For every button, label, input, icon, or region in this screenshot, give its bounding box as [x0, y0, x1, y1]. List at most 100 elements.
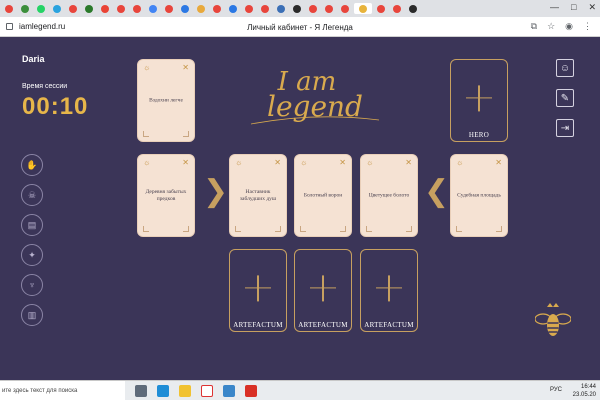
language-indicator[interactable]: РУС [550, 387, 562, 393]
card-sun-icon: ☼ [300, 158, 308, 167]
browser-tab[interactable] [406, 3, 420, 14]
task-view-icon[interactable] [135, 384, 147, 397]
scroll-icon[interactable]: ▥ [21, 304, 43, 326]
edit-icon[interactable]: ✎ [556, 89, 574, 107]
browser-tab[interactable] [130, 3, 144, 14]
browser-tab[interactable] [210, 3, 224, 14]
plus-icon [376, 274, 402, 301]
browser-tab[interactable] [82, 3, 96, 14]
tab-favicon-icon [165, 4, 173, 13]
game-board: Daria Время сессии 00:10 ✋ ☠ ▤ ✦ ♆ ▥ ☺ ✎… [0, 37, 600, 380]
card-row-5[interactable]: ☼ ✕ Судебная площадь [450, 154, 508, 237]
card-corner-icon [300, 226, 306, 232]
browser-tab[interactable] [34, 3, 48, 14]
browser-tab[interactable] [18, 3, 32, 14]
artefact-slot-3[interactable]: ARTEFACTUM [360, 249, 418, 332]
browser-tab[interactable] [50, 3, 64, 14]
close-icon[interactable]: ✕ [588, 2, 596, 13]
browser-tab[interactable] [98, 3, 112, 14]
tab-favicon-icon [359, 4, 367, 13]
card-sun-icon: ☼ [143, 63, 151, 72]
app-icon[interactable] [223, 384, 235, 397]
browser-tab[interactable] [274, 3, 288, 14]
edge-icon[interactable] [157, 384, 169, 397]
browser-tab[interactable] [354, 3, 372, 14]
tab-favicon-icon [53, 4, 61, 13]
left-icon-menu: ✋ ☠ ▤ ✦ ♆ ▥ [21, 154, 43, 326]
i-am-legend-logo: I am legend [250, 67, 380, 125]
pdf-icon[interactable] [245, 384, 257, 397]
menu-icon[interactable]: ⋮ [583, 21, 592, 32]
card-cross-icon: ✕ [339, 158, 346, 167]
card-corner-icon [406, 226, 412, 232]
cards-icon[interactable]: ▤ [21, 214, 43, 236]
hero-slot[interactable]: HERO [450, 59, 508, 142]
card-sun-icon: ☼ [456, 158, 464, 167]
card-row-1[interactable]: ☼ ✕ Деревня забытых предков [137, 154, 195, 237]
artefact-slot-1[interactable]: ARTEFACTUM [229, 249, 287, 332]
artefact-slot-2[interactable]: ARTEFACTUM [294, 249, 352, 332]
session-label: Время сессии [22, 83, 68, 90]
browser-tab[interactable] [178, 3, 192, 14]
browser-tabstrip [0, 0, 600, 17]
card-row-2[interactable]: ☼ ✕ Наставник заблудших душ [229, 154, 287, 237]
slot-label: ARTEFACTUM [233, 321, 283, 329]
explorer-icon[interactable] [179, 384, 191, 397]
plus-icon [245, 274, 271, 301]
card-cross-icon: ✕ [495, 158, 502, 167]
card-corner-icon [183, 131, 189, 137]
card-title: Болотный ворон [303, 192, 343, 198]
card-cross-icon: ✕ [182, 158, 189, 167]
tab-favicon-icon [341, 4, 349, 13]
cup-icon[interactable]: ♆ [21, 274, 43, 296]
browser-tab[interactable] [374, 3, 388, 14]
yandex-icon[interactable] [201, 384, 213, 397]
plus-icon [466, 84, 492, 111]
slot-label: ARTEFACTUM [298, 321, 348, 329]
hands-icon[interactable]: ✋ [21, 154, 43, 176]
profile-icon[interactable]: ◉ [565, 21, 573, 32]
book-icon[interactable]: ✦ [21, 244, 43, 266]
taskbar-search-input[interactable]: ите здесь текст для поиска [0, 380, 125, 400]
browser-tab[interactable] [226, 3, 240, 14]
minimize-icon[interactable]: — [550, 2, 559, 13]
card-title: Цветущее болото [368, 192, 410, 198]
browser-tab[interactable] [290, 3, 304, 14]
bee-emblem-icon [535, 303, 571, 336]
browser-tab[interactable] [162, 3, 176, 14]
card-row-4[interactable]: ☼ ✕ Цветущее болото [360, 154, 418, 237]
tab-favicon-icon [37, 4, 45, 13]
page-title: Личный кабинет - Я Легенда [247, 23, 353, 32]
browser-tab[interactable] [2, 3, 16, 14]
skull-icon[interactable]: ☠ [21, 184, 43, 206]
card-top-left[interactable]: ☼ ✕ Вздохни легче [137, 59, 195, 142]
card-corner-icon [366, 226, 372, 232]
browser-tab[interactable] [390, 3, 404, 14]
browser-tab[interactable] [146, 3, 160, 14]
user-card-icon[interactable]: ☺ [556, 59, 574, 77]
browser-tab[interactable] [242, 3, 256, 14]
slot-label: ARTEFACTUM [364, 321, 414, 329]
maximize-icon[interactable]: □ [571, 2, 576, 13]
chevron-right-icon: ❯ [203, 174, 229, 209]
browser-tab[interactable] [306, 3, 320, 14]
clock[interactable]: 16:44 23.05.20 [573, 383, 596, 399]
copy-icon[interactable]: ⧉ [531, 21, 537, 32]
card-cross-icon: ✕ [405, 158, 412, 167]
tab-favicon-icon [309, 4, 317, 13]
browser-tab[interactable] [114, 3, 128, 14]
logout-icon[interactable]: ⇥ [556, 119, 574, 137]
card-corner-icon [143, 226, 149, 232]
browser-tab[interactable] [66, 3, 80, 14]
star-icon[interactable]: ☆ [547, 21, 555, 32]
browser-tab[interactable] [194, 3, 208, 14]
browser-toolbar-icons: ⧉ ☆ ◉ ⋮ [531, 21, 592, 32]
browser-tab[interactable] [258, 3, 272, 14]
card-corner-icon [183, 226, 189, 232]
browser-tab[interactable] [322, 3, 336, 14]
card-corner-icon [456, 226, 462, 232]
address-bar[interactable]: iamlegend.ru Личный кабинет - Я Легенда … [0, 17, 600, 37]
tab-favicon-icon [197, 4, 205, 13]
browser-tab[interactable] [338, 3, 352, 14]
card-row-3[interactable]: ☼ ✕ Болотный ворон [294, 154, 352, 237]
